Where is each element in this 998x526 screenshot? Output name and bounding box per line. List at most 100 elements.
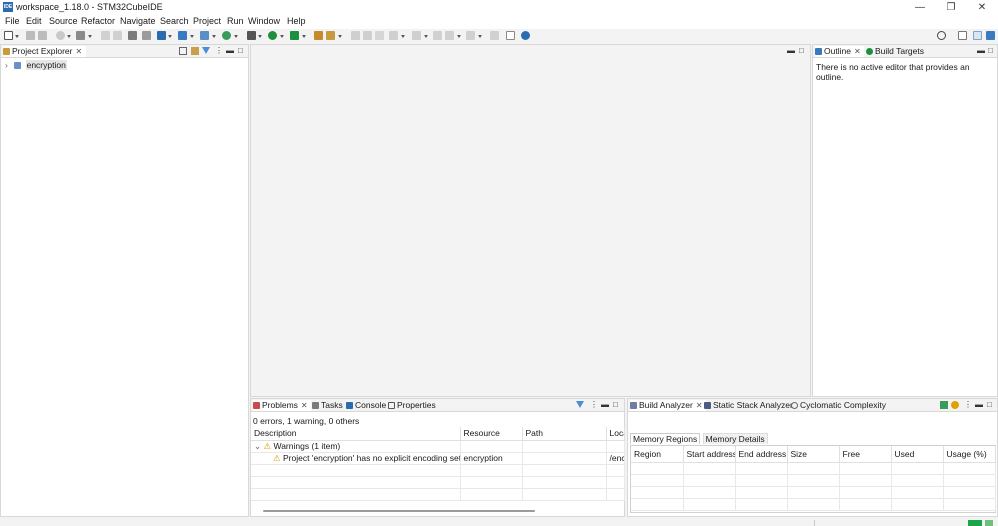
run-icon[interactable] (268, 31, 277, 40)
search-icon[interactable] (937, 31, 946, 40)
restore-button[interactable]: ❐ (936, 0, 966, 15)
cpp-perspective-icon[interactable] (973, 31, 982, 40)
chevron-down-icon[interactable] (280, 35, 284, 38)
debug-perspective-icon[interactable] (986, 31, 995, 40)
minimize-icon[interactable]: ▬ (787, 46, 795, 55)
menu-file[interactable]: File (5, 16, 20, 26)
chevron-down-icon[interactable]: ⌄ (254, 441, 261, 451)
device-config-icon[interactable] (222, 31, 231, 40)
undo-icon[interactable] (101, 31, 110, 40)
column-region[interactable]: Region (631, 446, 684, 463)
lock-icon[interactable] (142, 31, 151, 40)
debug-bug-icon[interactable] (247, 31, 256, 40)
column-path[interactable]: Path (522, 427, 607, 441)
pin-editor-icon[interactable] (490, 31, 499, 40)
back-arrow-icon[interactable] (445, 31, 454, 40)
chevron-down-icon[interactable] (338, 35, 342, 38)
menu-edit[interactable]: Edit (26, 16, 42, 26)
chevron-down-icon[interactable] (457, 35, 461, 38)
tab-cyclomatic-complexity[interactable]: Cyclomatic Complexity (791, 400, 886, 411)
menu-navigate[interactable]: Navigate (120, 16, 156, 26)
chevron-down-icon[interactable] (478, 35, 482, 38)
view-menu-icon[interactable]: ⋮ (215, 46, 223, 55)
chevron-down-icon[interactable] (88, 35, 92, 38)
menu-source[interactable]: Source (49, 16, 78, 26)
new-cpp-project-icon[interactable] (157, 31, 166, 40)
table-row[interactable]: ⌄ ⚠ Warnings (1 item) (251, 440, 625, 453)
chevron-down-icon[interactable] (67, 35, 71, 38)
tab-static-stack-analyzer[interactable]: Static Stack Analyzer (704, 400, 793, 411)
close-window-button[interactable]: ✕ (967, 0, 997, 15)
tab-console[interactable]: Console (346, 400, 386, 411)
column-size[interactable]: Size (787, 446, 840, 463)
column-start-address[interactable]: Start address (683, 446, 736, 463)
menu-project[interactable]: Project (193, 16, 221, 26)
column-free[interactable]: Free (839, 446, 892, 463)
new-source-folder-icon[interactable] (178, 31, 187, 40)
status-icon[interactable] (985, 520, 993, 526)
tab-properties[interactable]: Properties (388, 400, 436, 411)
close-icon[interactable]: ✕ (696, 400, 703, 411)
previous-annotation-icon[interactable] (412, 31, 421, 40)
chevron-down-icon[interactable] (258, 35, 262, 38)
maximize-icon[interactable]: □ (613, 400, 618, 409)
tab-memory-regions[interactable]: Memory Regions (630, 433, 701, 444)
show-whitespace-icon[interactable] (375, 31, 384, 40)
chevron-down-icon[interactable] (424, 35, 428, 38)
toggle-block-icon[interactable] (363, 31, 372, 40)
minimize-button[interactable]: — (905, 0, 935, 15)
new-file-icon[interactable] (200, 31, 209, 40)
chevron-down-icon[interactable] (401, 35, 405, 38)
minimize-icon[interactable]: ▬ (977, 46, 985, 55)
build-config-icon[interactable] (56, 31, 65, 40)
close-icon[interactable]: ✕ (854, 46, 861, 57)
column-description[interactable]: Description (251, 427, 461, 441)
redo-icon[interactable] (113, 31, 122, 40)
column-resource[interactable]: Resource (460, 427, 523, 441)
open-type-icon[interactable] (314, 31, 323, 40)
menu-refactor[interactable]: Refactor (81, 16, 115, 26)
link-editor-icon[interactable] (191, 47, 199, 55)
tab-build-targets[interactable]: Build Targets (866, 46, 924, 57)
chevron-down-icon[interactable] (168, 35, 172, 38)
save-icon[interactable] (26, 31, 35, 40)
column-end-address[interactable]: End address (735, 446, 788, 463)
chevron-down-icon[interactable] (302, 35, 306, 38)
tab-project-explorer[interactable]: Project Explorer ✕ (3, 46, 87, 57)
filter-icon[interactable] (576, 401, 584, 408)
chevron-down-icon[interactable] (15, 35, 19, 38)
export-icon[interactable] (940, 401, 948, 409)
menu-window[interactable]: Window (248, 16, 280, 26)
close-icon[interactable]: ✕ (301, 400, 308, 411)
tab-tasks[interactable]: Tasks (312, 400, 343, 411)
open-perspective-icon[interactable] (958, 31, 967, 40)
chevron-down-icon[interactable] (212, 35, 216, 38)
last-edit-icon[interactable] (433, 31, 442, 40)
new-icon[interactable] (4, 31, 13, 40)
tab-build-analyzer[interactable]: Build Analyzer ✕ (630, 400, 706, 411)
next-annotation-icon[interactable] (389, 31, 398, 40)
menu-search[interactable]: Search (160, 16, 189, 26)
horizontal-scrollbar[interactable] (263, 510, 535, 512)
forward-arrow-icon[interactable] (466, 31, 475, 40)
save-all-icon[interactable] (38, 31, 47, 40)
maximize-icon[interactable]: □ (988, 46, 993, 55)
open-perspective-icon[interactable] (506, 31, 515, 40)
refresh-icon[interactable] (951, 401, 959, 409)
close-icon[interactable]: ✕ (75, 46, 82, 57)
view-menu-icon[interactable]: ⋮ (590, 400, 598, 409)
column-location[interactable]: Loca (606, 427, 625, 441)
maximize-icon[interactable]: □ (799, 46, 804, 55)
minimize-icon[interactable]: ▬ (226, 46, 234, 55)
heap-status-indicator[interactable] (968, 520, 982, 526)
search-tool-icon[interactable] (326, 31, 335, 40)
build-hammer-icon[interactable] (76, 31, 85, 40)
tab-memory-details[interactable]: Memory Details (702, 433, 768, 444)
menu-help[interactable]: Help (287, 16, 306, 26)
skip-breakpoints-icon[interactable] (128, 31, 137, 40)
maximize-icon[interactable]: □ (987, 400, 992, 409)
chevron-right-icon[interactable]: › (5, 60, 8, 70)
minimize-icon[interactable]: ▬ (601, 400, 609, 409)
column-usage[interactable]: Usage (%) (943, 446, 996, 463)
chevron-down-icon[interactable] (190, 35, 194, 38)
